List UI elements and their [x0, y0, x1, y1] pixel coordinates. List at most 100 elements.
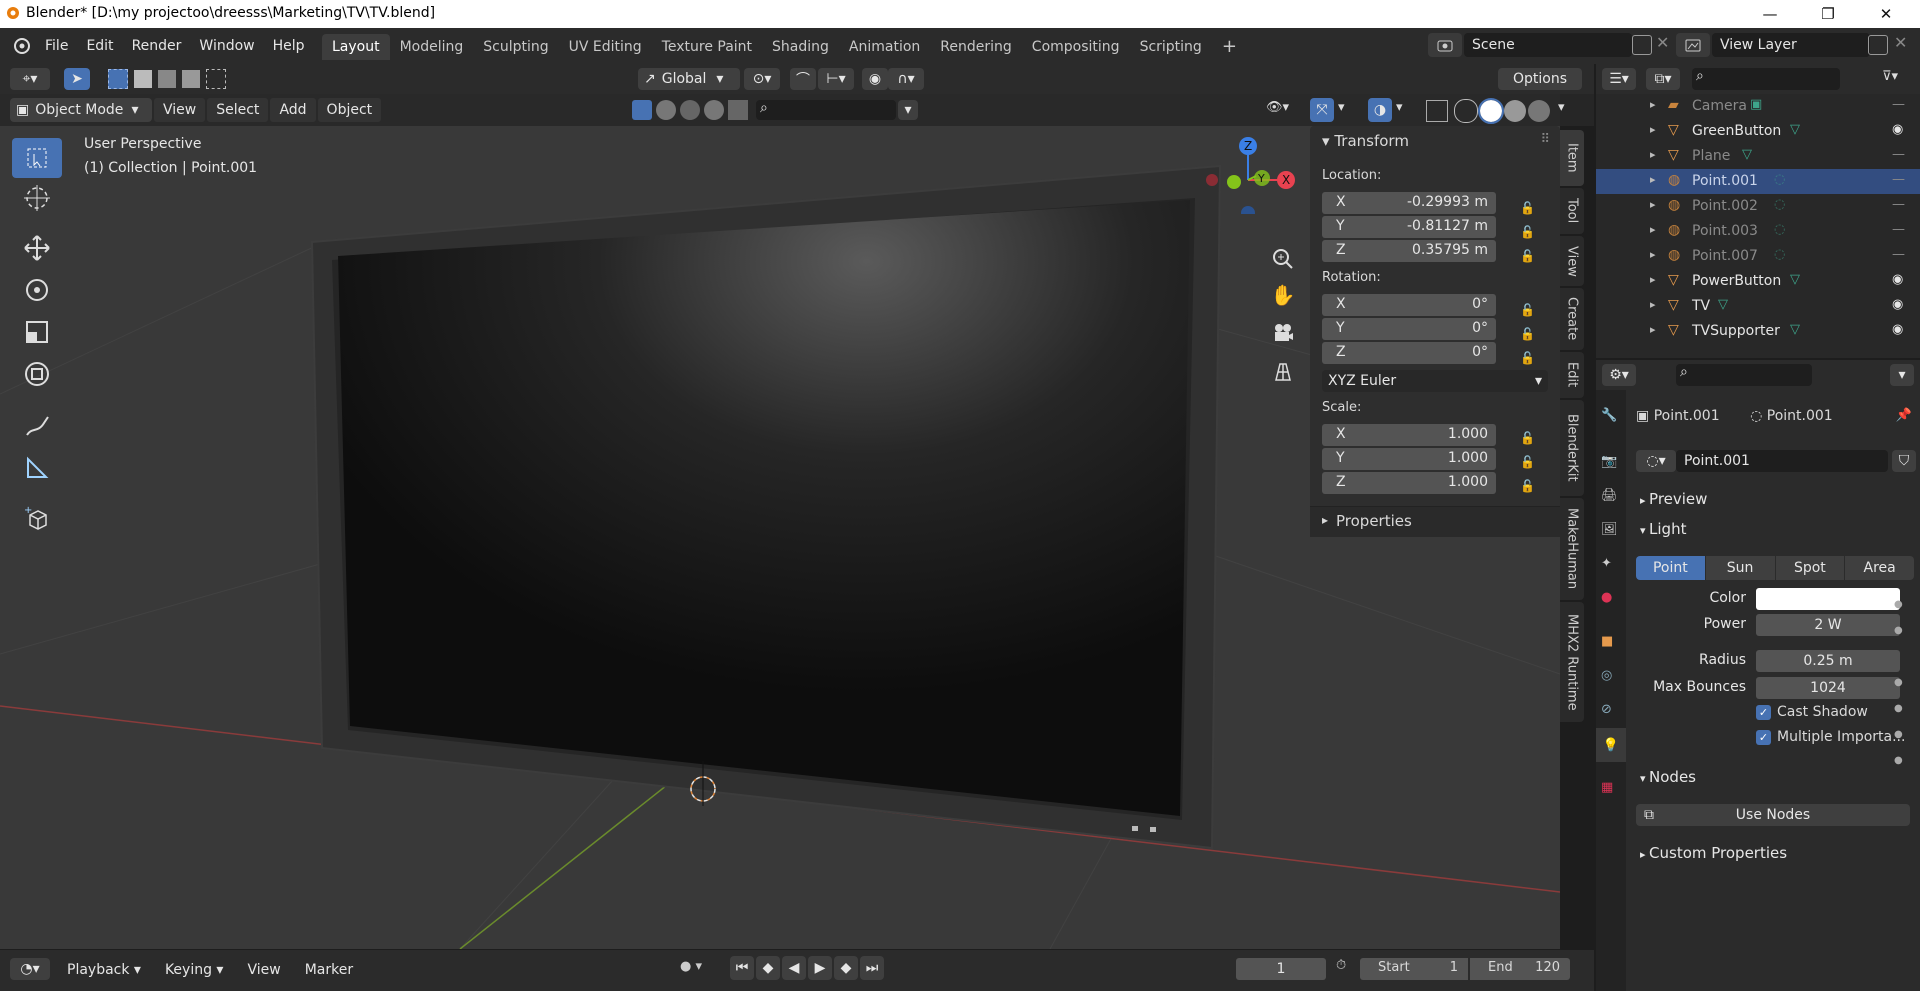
new-scene-icon[interactable]	[1632, 35, 1652, 55]
scale-x-field[interactable]: X 1.000	[1322, 424, 1496, 446]
world-props-icon[interactable]: ●	[1601, 590, 1612, 605]
add-cube-tool-icon[interactable]: +	[12, 498, 62, 538]
texture-props-icon[interactable]: ▦	[1601, 780, 1613, 795]
wireframe-shading-icon[interactable]	[1454, 99, 1478, 123]
radius-field[interactable]: 0.25 m	[1756, 650, 1900, 672]
select-box-tool-icon[interactable]	[12, 138, 62, 178]
tab-animation[interactable]: Animation	[839, 34, 930, 60]
visibility-eye-icon[interactable]: 👁▾	[1266, 100, 1300, 120]
tab-scripting[interactable]: Scripting	[1130, 34, 1212, 60]
solid-shading-icon[interactable]	[1478, 98, 1504, 124]
scene-name-field[interactable]: Scene	[1464, 33, 1632, 57]
jump-start-icon[interactable]: ⏮	[730, 956, 754, 980]
camera-data-icon[interactable]: ▣	[1750, 97, 1762, 112]
location-x-field[interactable]: X -0.29993 m	[1322, 192, 1496, 214]
fake-user-shield-icon[interactable]: ⛉	[1892, 450, 1916, 472]
overlays-chevron-icon[interactable]: ▾	[1396, 100, 1403, 115]
vertex-select-icon[interactable]	[632, 100, 652, 120]
cast-shadow-row[interactable]: ✓ Cast Shadow	[1756, 704, 1868, 720]
filter-icon[interactable]: ⊽▾	[1882, 69, 1898, 84]
menu-marker[interactable]: Marker	[296, 958, 362, 982]
annotate-tool-icon[interactable]	[12, 406, 62, 446]
jump-end-icon[interactable]: ⏭	[860, 956, 884, 980]
location-lock-icons[interactable]: 🔓 🔓 🔓	[1520, 196, 1535, 268]
proportional-edit-icon[interactable]: ◉	[862, 68, 888, 90]
menu-select[interactable]: Select	[207, 98, 269, 122]
edge-select-icon[interactable]	[656, 100, 676, 120]
menu-timeline-view[interactable]: View	[238, 958, 289, 982]
mode-dropdown[interactable]: ▣ Object Mode ▾	[10, 98, 152, 122]
play-reverse-icon[interactable]: ◀	[782, 956, 806, 980]
mesh-data-icon[interactable]: ▽	[1790, 122, 1800, 137]
gizmo-neg-z[interactable]	[1241, 206, 1255, 214]
navigation-gizmo[interactable]: Z X Y	[1190, 134, 1300, 214]
outliner-row[interactable]: ▸ ▽ Plane ▽ —	[1596, 144, 1920, 169]
expand-icon[interactable]: ▸	[1650, 298, 1656, 311]
remove-view-layer-icon[interactable]: ✕	[1894, 33, 1907, 52]
menu-object[interactable]: Object	[317, 98, 382, 122]
tab-create[interactable]: Create	[1560, 288, 1584, 350]
select-intersect-icon[interactable]	[206, 69, 226, 89]
tab-rendering[interactable]: Rendering	[930, 34, 1022, 60]
remove-scene-icon[interactable]: ✕	[1656, 33, 1669, 52]
use-nodes-button[interactable]: ⧉ Use Nodes	[1636, 804, 1910, 826]
mesh-data-icon[interactable]: ▽	[1790, 322, 1800, 337]
scale-z-field[interactable]: Z 1.000	[1322, 472, 1496, 494]
expand-icon[interactable]: ▸	[1650, 323, 1656, 336]
eye-icon[interactable]: ◉	[1892, 272, 1903, 287]
gizmo-chevron-icon[interactable]: ▾	[1338, 100, 1345, 115]
expand-icon[interactable]: ▸	[1650, 223, 1656, 236]
scene-props-icon[interactable]: ✦	[1601, 556, 1612, 571]
outliner-editor-type-icon[interactable]: ☰▾	[1602, 68, 1636, 90]
location-z-field[interactable]: Z 0.35795 m	[1322, 240, 1496, 262]
add-workspace-icon[interactable]: +	[1212, 34, 1247, 60]
tab-item[interactable]: Item	[1560, 130, 1584, 186]
camera-view-icon[interactable]	[1268, 318, 1298, 348]
play-icon[interactable]: ▶	[808, 956, 832, 980]
maximize-button[interactable]: ❐	[1800, 0, 1856, 28]
expand-icon[interactable]: ▸	[1650, 198, 1656, 211]
properties-editor-type-icon[interactable]: ⚙▾	[1602, 364, 1636, 386]
select-new-icon[interactable]	[108, 69, 128, 89]
physics-props-icon[interactable]: ◎	[1601, 668, 1612, 683]
xray-toggle-icon[interactable]	[1426, 100, 1448, 122]
preview-section[interactable]: ▸ Preview	[1640, 490, 1707, 508]
multiple-importance-row[interactable]: ✓ Multiple Importa...	[1756, 729, 1905, 745]
transform-tool-icon[interactable]	[12, 354, 62, 394]
start-frame-field[interactable]: Start 1	[1360, 958, 1468, 980]
rotation-y-field[interactable]: Y 0°	[1322, 318, 1496, 340]
tab-layout[interactable]: Layout	[322, 34, 390, 60]
outliner-row[interactable]: ▸ ◍ Point.001 ◌ —	[1596, 169, 1920, 194]
record-icon[interactable]: ● ▾	[680, 959, 702, 974]
power-field[interactable]: 2 W	[1756, 614, 1900, 636]
material-shading-icon[interactable]	[1504, 100, 1526, 122]
mesh-data-icon[interactable]: ▽	[1790, 272, 1800, 287]
overlay-icon[interactable]	[728, 100, 748, 120]
menu-file[interactable]: File	[36, 34, 77, 58]
scene-selector-icon[interactable]	[1428, 33, 1462, 57]
object-props-icon[interactable]: ■	[1601, 634, 1613, 649]
options-dropdown[interactable]: Options	[1498, 68, 1582, 90]
cast-shadow-checkbox[interactable]: ✓	[1756, 704, 1771, 720]
snap-target-icon[interactable]: ⊢▾	[818, 68, 854, 90]
eye-icon[interactable]: ◉	[1892, 297, 1903, 312]
outliner-row[interactable]: ▸ ▽ TV ▽ ◉	[1596, 294, 1920, 319]
properties-search-field[interactable]: ⌕	[1676, 364, 1812, 386]
menu-edit[interactable]: Edit	[77, 34, 122, 58]
measure-tool-icon[interactable]	[12, 448, 62, 488]
select-subtract-icon[interactable]	[158, 70, 176, 88]
perspective-toggle-icon[interactable]	[1268, 356, 1298, 386]
menu-help[interactable]: Help	[264, 34, 314, 58]
snap-toggle-icon[interactable]: ⌒	[790, 68, 816, 90]
pin-icon[interactable]: 📌	[1896, 408, 1912, 423]
light-datablock-icon[interactable]: ◌▾	[1636, 450, 1676, 472]
light-type-spot[interactable]: Spot	[1775, 556, 1845, 580]
stopwatch-icon[interactable]: ⏱	[1336, 958, 1346, 973]
scale-lock-icons[interactable]: 🔓 🔓 🔓	[1520, 426, 1535, 498]
eye-icon[interactable]: ◉	[1892, 122, 1903, 137]
filter-chevron-icon[interactable]: ▾	[898, 100, 918, 120]
rotation-lock-icons[interactable]: 🔓 🔓 🔓	[1520, 298, 1535, 370]
display-mode-icon[interactable]: ⧉▾	[1646, 68, 1680, 90]
eye-icon[interactable]: ◉	[1892, 322, 1903, 337]
select-invert-icon[interactable]	[182, 70, 200, 88]
